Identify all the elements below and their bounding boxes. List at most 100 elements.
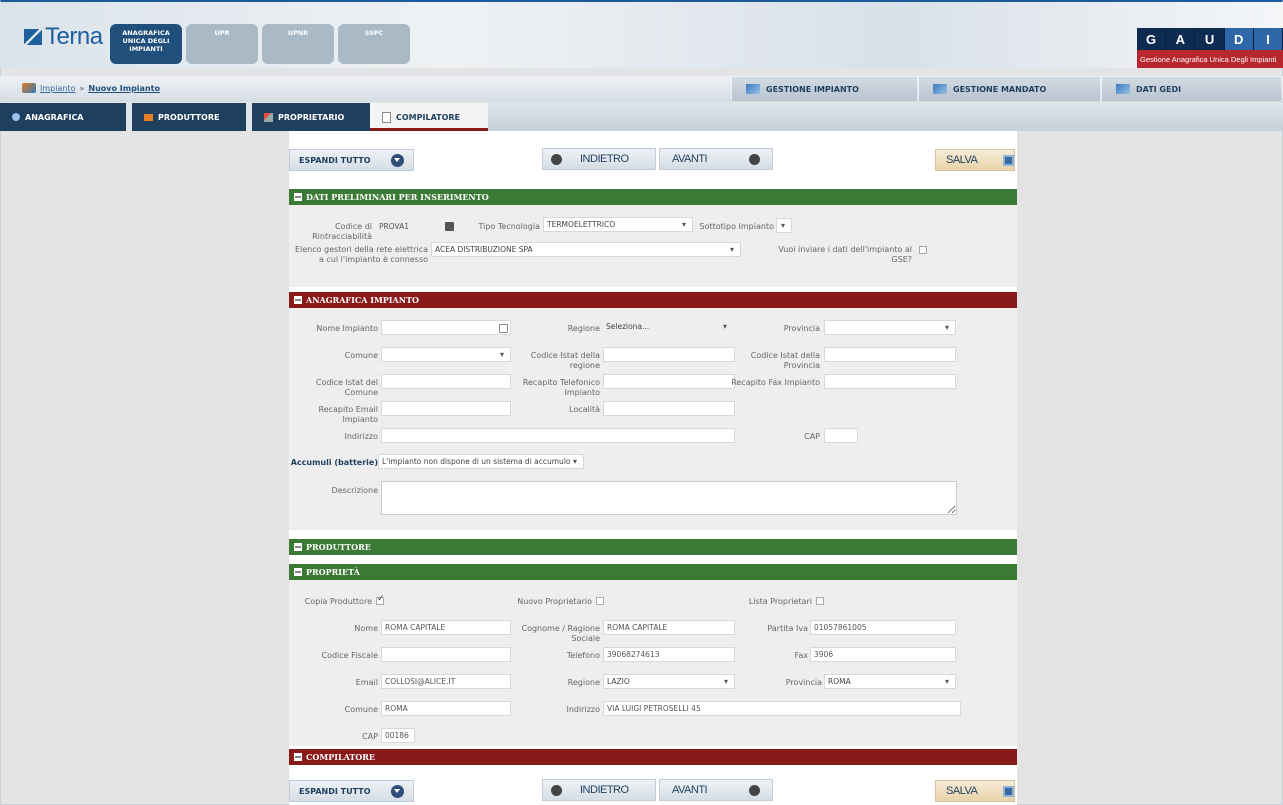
accumuli-select[interactable]: L'impianto non dispone di un sistema di … (378, 454, 584, 469)
back-button[interactable]: INDIETRO (542, 148, 656, 170)
telefono-input[interactable]: 39068274613 (603, 647, 735, 662)
section-proprieta-body (289, 580, 1017, 746)
descrizione-textarea[interactable] (381, 481, 957, 515)
back-label: INDIETRO (580, 784, 629, 796)
arrow-right-icon (749, 784, 761, 796)
istat-regione-label: Codice Istat della regione (530, 351, 600, 370)
section-produttore-header[interactable]: PRODUTTORE (289, 539, 1017, 555)
nuovo-proprietario-label: Nuovo Proprietario (517, 597, 592, 606)
indirizzo-prop-input[interactable]: VIA LUIGI PETROSELLI 45 (603, 701, 961, 716)
istat-provincia-input[interactable] (824, 347, 956, 362)
expand-all-button-bottom[interactable]: ESPANDI TUTTO (289, 780, 414, 802)
indirizzo-input[interactable] (381, 428, 735, 443)
top-tab-upr[interactable]: UPR (186, 24, 258, 64)
comune-prop-label: Comune (344, 705, 378, 714)
arrow-left-icon (551, 784, 562, 796)
gestione-mandato-button[interactable]: GESTIONE MANDATO (918, 77, 1100, 101)
top-tab-label: SSPC (364, 29, 384, 37)
section-title: PROPRIETÀ (306, 567, 360, 577)
tab-anagrafica[interactable]: ANAGRAFICA (0, 103, 130, 131)
codice-value[interactable]: PROVA1 (376, 220, 444, 235)
top-tab-anagrafica[interactable]: ANAGRAFICA UNICA DEGLI IMPIANTI (110, 24, 182, 64)
next-button-bottom[interactable]: AVANTI (659, 779, 773, 801)
section-title: ANAGRAFICA IMPIANTO (306, 295, 419, 305)
next-button[interactable]: AVANTI (659, 148, 773, 170)
dati-gedi-button[interactable]: DATI GEDI (1101, 77, 1281, 101)
cap-input[interactable] (824, 428, 858, 443)
section-title: DATI PRELIMINARI PER INSERIMENTO (306, 192, 489, 202)
gestione-impianto-button[interactable]: GESTIONE IMPIANTO (731, 77, 917, 101)
tab-produttore[interactable]: PRODUTTORE (126, 103, 250, 131)
section-dati-preliminari-header[interactable]: DATI PRELIMINARI PER INSERIMENTO (289, 189, 1017, 205)
nav-button-label: DATI GEDI (1136, 84, 1182, 94)
gaudi-letter: G (1137, 28, 1167, 50)
save-button-bottom[interactable]: SALVA (935, 780, 1015, 802)
fax-label: Fax (794, 651, 808, 660)
top-tab-label: ANAGRAFICA UNICA DEGLI IMPIANTI (122, 29, 170, 53)
top-tab-upnr[interactable]: UPNR (262, 24, 334, 64)
expand-all-label: ESPANDI TUTTO (299, 786, 371, 796)
section-proprieta-header[interactable]: PROPRIETÀ (289, 564, 1017, 580)
regione-prop-select[interactable]: LAZIO (603, 674, 735, 689)
breadcrumb-current[interactable]: Nuovo Impianto (88, 84, 160, 93)
cap-prop-input[interactable]: 00186 (381, 728, 415, 743)
cognome-input[interactable]: ROMA CAPITALE (603, 620, 735, 635)
tab-proprietario[interactable]: PROPRIETARIO (246, 103, 370, 131)
collapse-icon (294, 193, 302, 201)
section-compilatore-header[interactable]: COMPILATORE (289, 749, 1017, 765)
fax-input[interactable]: 3906 (810, 647, 956, 662)
comune-select[interactable] (381, 347, 511, 362)
copia-produttore-checkbox[interactable] (376, 594, 385, 605)
lista-proprietari-label: Lista Proprietari (748, 597, 812, 606)
back-button-bottom[interactable]: INDIETRO (542, 779, 656, 801)
email-input[interactable]: COLLOSI@ALICE.IT (381, 674, 511, 689)
next-label: AVANTI (672, 784, 708, 796)
descrizione-label: Descrizione (331, 486, 378, 495)
nav-button-label: GESTIONE IMPIANTO (766, 84, 859, 94)
breadcrumb-root-link[interactable]: Impianto (40, 84, 75, 93)
tipo-tecnologia-select[interactable]: TERMOELETTRICO (543, 217, 693, 232)
section-anagrafica-header[interactable]: ANAGRAFICA IMPIANTO (289, 292, 1017, 308)
sottotipo-select[interactable] (776, 218, 792, 233)
lista-proprietari-checkbox[interactable] (816, 597, 824, 605)
nome-impianto-input[interactable] (381, 320, 511, 335)
floppy-disk-icon (1003, 154, 1014, 166)
gse-checkbox[interactable] (919, 246, 927, 254)
localita-input[interactable] (603, 401, 735, 416)
top-header: Terna ANAGRAFICA UNICA DEGLI IMPIANTI UP… (0, 2, 1283, 68)
provincia-prop-select[interactable]: ROMA (824, 674, 956, 689)
nome-input[interactable]: ROMA CAPITALE (381, 620, 511, 635)
cognome-label: Cognome / Ragione Sociale (521, 624, 601, 643)
cap-prop-label: CAP (362, 732, 378, 741)
gaudi-letter: I (1253, 28, 1283, 50)
calculator-icon[interactable] (445, 222, 454, 231)
top-tab-sspc[interactable]: SSPC (338, 24, 410, 64)
telefono-impianto-input[interactable] (603, 374, 735, 389)
provincia-prop-label: Provincia (785, 678, 822, 687)
fax-impianto-input[interactable] (824, 374, 956, 389)
save-button[interactable]: SALVA (935, 149, 1015, 171)
partita-iva-input[interactable]: 01057861005 (810, 620, 956, 635)
breadcrumb: Impianto » Nuovo Impianto (22, 83, 160, 93)
istat-comune-input[interactable] (381, 374, 511, 389)
cap-label: CAP (804, 432, 820, 441)
tab-compilatore[interactable]: COMPILATORE (370, 103, 488, 131)
comune-prop-input[interactable]: ROMA (381, 701, 511, 716)
provincia-select[interactable] (824, 320, 956, 335)
wrench-icon (1116, 84, 1130, 94)
indirizzo-label: Indirizzo (344, 432, 378, 441)
istat-regione-input[interactable] (603, 347, 735, 362)
home-icon (22, 83, 36, 93)
expand-all-button[interactable]: ESPANDI TUTTO (289, 149, 414, 171)
gaudi-subtitle: Gestione Anagrafica Unica Degli Impianti (1137, 50, 1283, 68)
codice-fiscale-input[interactable] (381, 647, 511, 662)
email-impianto-input[interactable] (381, 401, 511, 416)
terna-logo[interactable]: Terna (24, 23, 103, 50)
nuovo-proprietario-checkbox[interactable] (596, 597, 604, 605)
wrench-icon (933, 84, 947, 94)
comune-label: Comune (344, 351, 378, 360)
calendar-icon[interactable] (499, 324, 508, 333)
accumuli-label: Accumuli (batterie) (290, 458, 378, 467)
regione-select[interactable]: Seleziona... (603, 320, 733, 335)
gestori-select[interactable]: ACEA DISTRIBUZIONE SPA (431, 242, 741, 257)
